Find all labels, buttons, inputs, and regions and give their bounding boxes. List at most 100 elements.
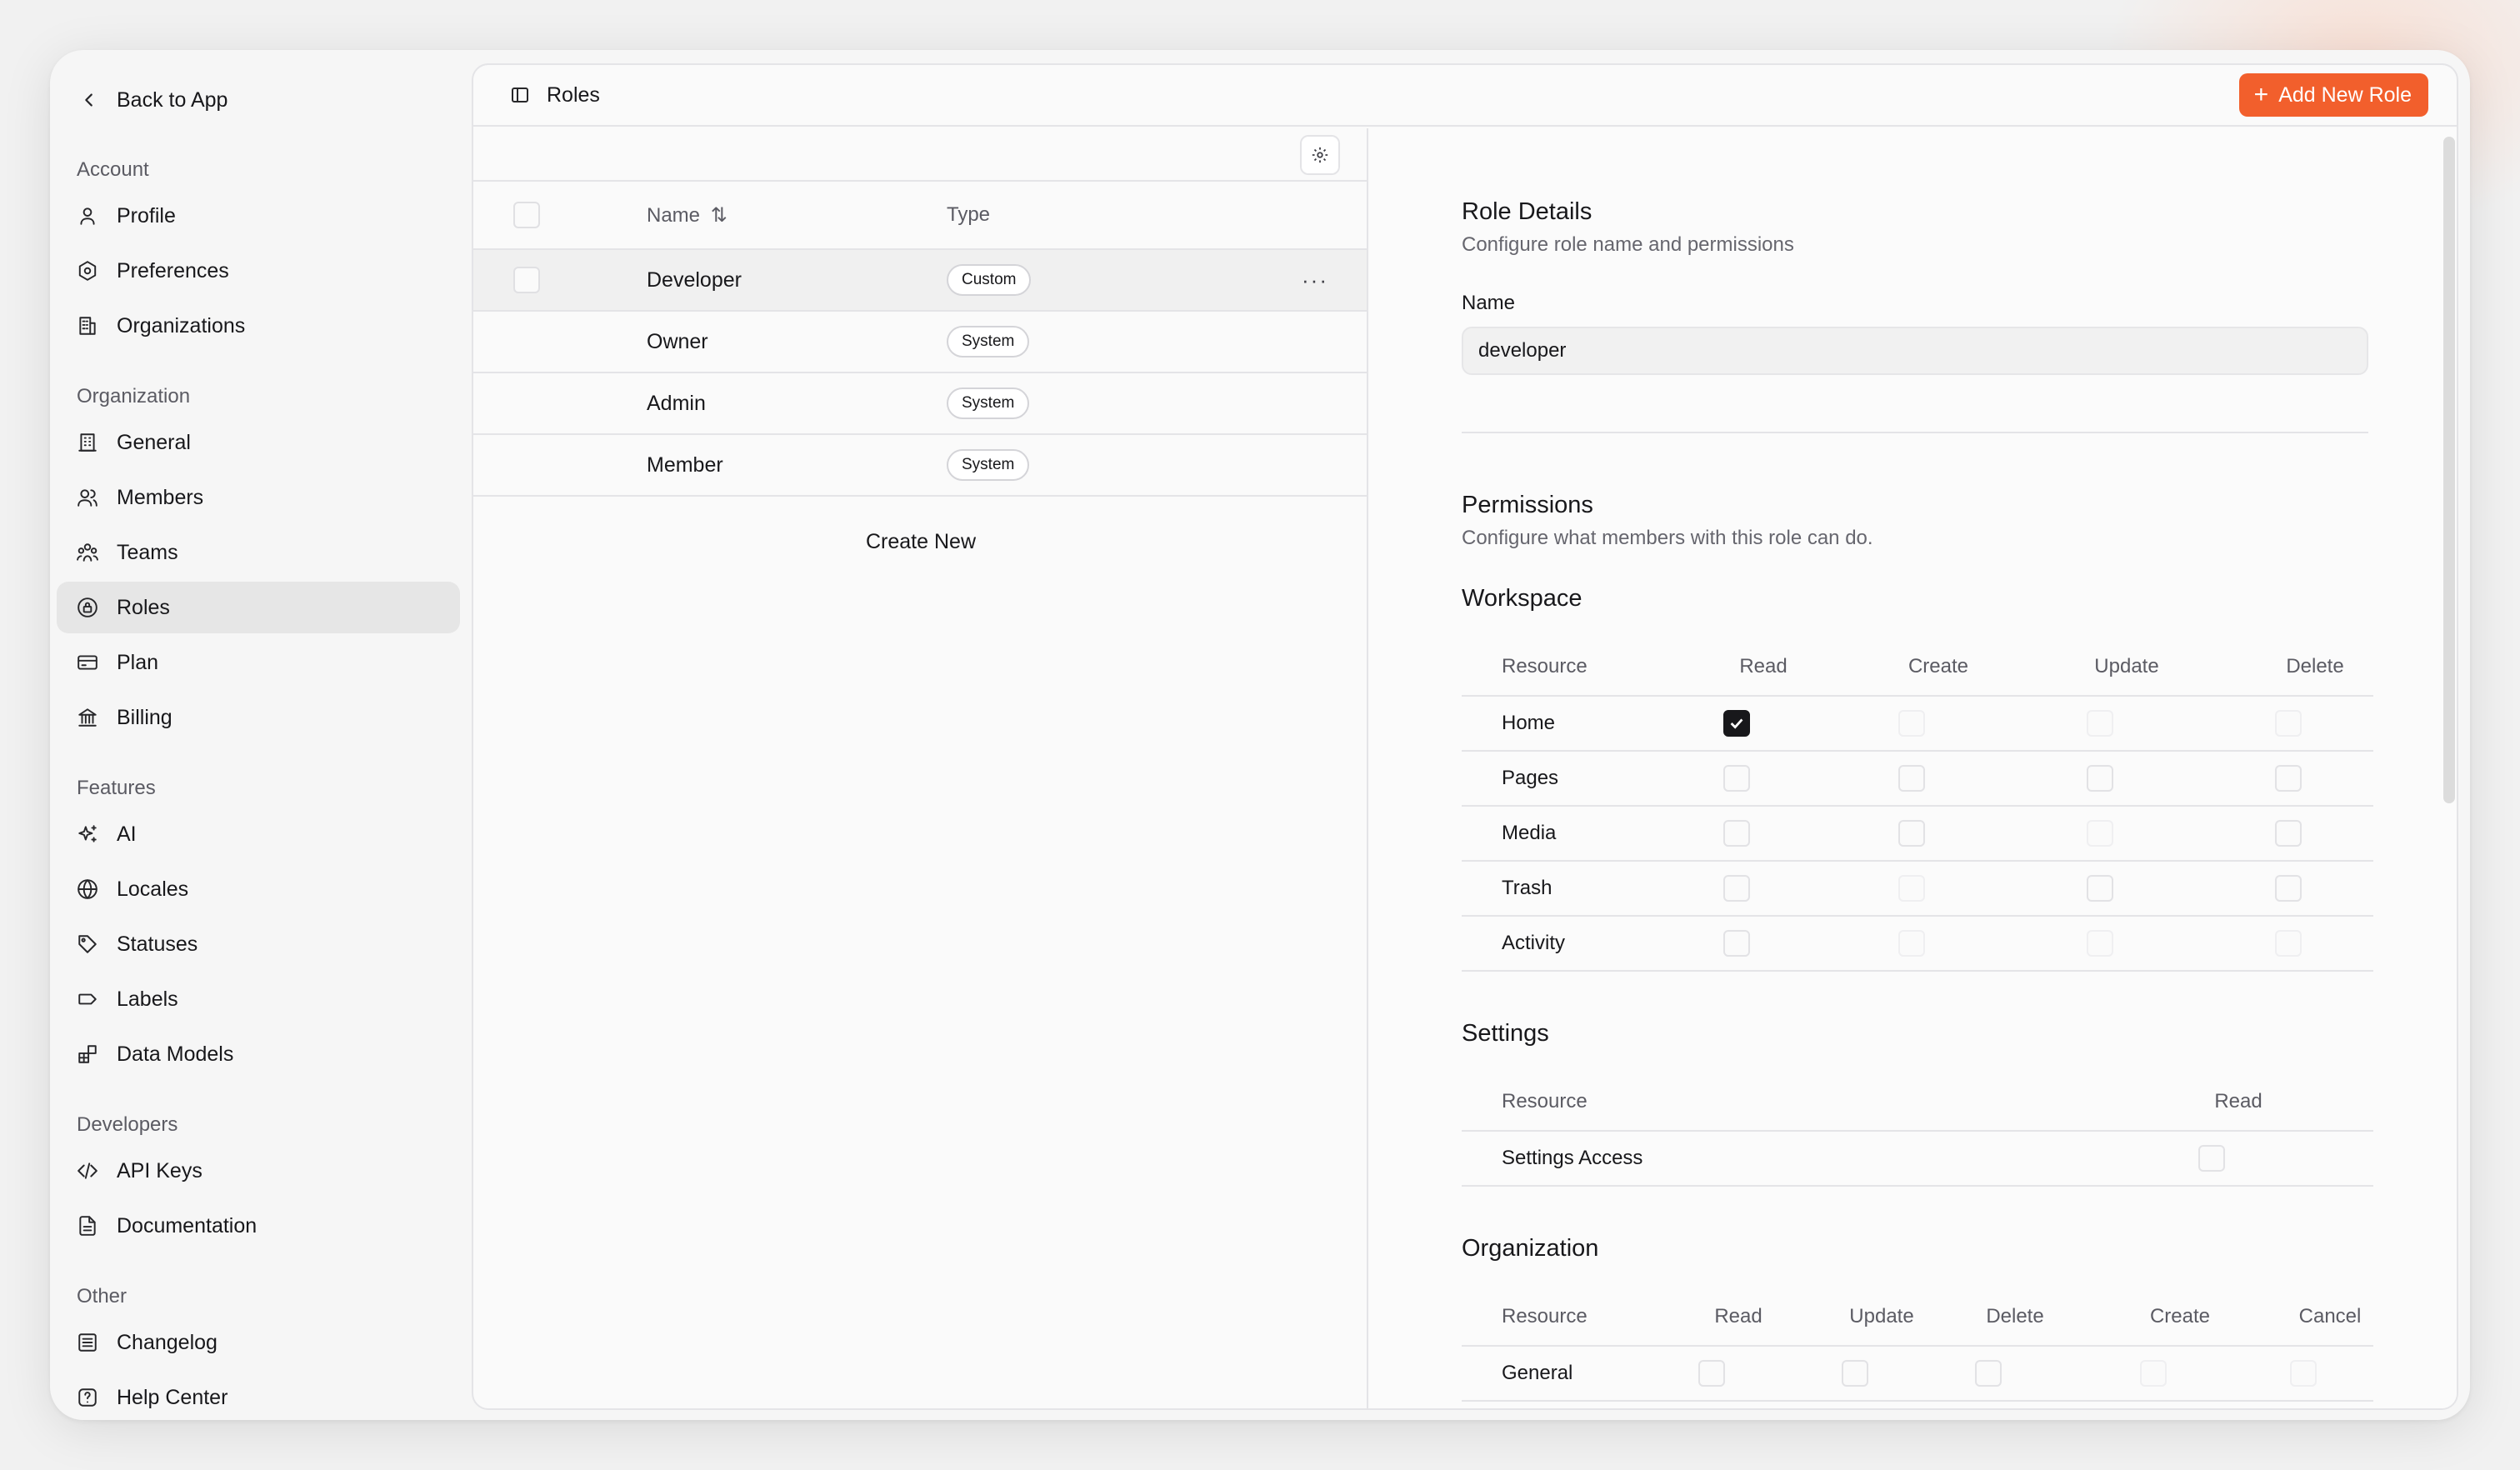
sidebar-item-label: Members bbox=[117, 485, 204, 509]
permission-checkbox[interactable] bbox=[2290, 1360, 2317, 1387]
resource-name: General bbox=[1502, 1362, 1573, 1384]
resource-column-header: Resource bbox=[1502, 1305, 1588, 1328]
sidebar-item-labels[interactable]: Labels bbox=[57, 973, 460, 1025]
role-name: Admin bbox=[647, 391, 706, 415]
check-icon bbox=[1730, 718, 1743, 729]
permission-checkbox[interactable] bbox=[1898, 710, 1925, 737]
sort-icon[interactable]: ⇅ bbox=[711, 204, 728, 227]
page-title: Roles bbox=[547, 82, 600, 107]
permission-checkbox[interactable] bbox=[2275, 820, 2302, 847]
permission-checkbox[interactable] bbox=[2087, 875, 2113, 902]
sidebar-item-statuses[interactable]: Statuses bbox=[57, 918, 460, 970]
permissions-title: Permissions bbox=[1462, 492, 1593, 518]
permission-checkbox[interactable] bbox=[1898, 765, 1925, 792]
sidebar-item-label: Teams bbox=[117, 540, 178, 564]
permission-checkbox[interactable] bbox=[1723, 765, 1750, 792]
table-row[interactable]: Admin System bbox=[473, 373, 1367, 435]
resource-column-header: Resource bbox=[1502, 1090, 1588, 1112]
permission-row: Pages bbox=[1462, 752, 2373, 807]
permission-row: Settings Access bbox=[1462, 1132, 2373, 1187]
sidebar-item-label: Preferences bbox=[117, 258, 229, 282]
file-icon bbox=[79, 1216, 96, 1236]
permission-checkbox[interactable] bbox=[1723, 710, 1750, 737]
create-new-button[interactable]: Create New bbox=[473, 530, 1368, 554]
scrollbar[interactable] bbox=[2443, 137, 2455, 803]
table-row[interactable]: Member System bbox=[473, 435, 1367, 497]
permission-checkbox[interactable] bbox=[2275, 930, 2302, 957]
sidebar-item-roles[interactable]: Roles bbox=[57, 582, 460, 633]
building-icon bbox=[79, 317, 96, 335]
more-options-icon[interactable]: ··· bbox=[1302, 268, 1328, 293]
section-label-developers: Developers bbox=[77, 1113, 178, 1136]
sidebar-item-label: Data Models bbox=[117, 1042, 234, 1066]
resource-name: Media bbox=[1502, 822, 1557, 844]
permission-checkbox[interactable] bbox=[1723, 875, 1750, 902]
sidebar-item-billing[interactable]: Billing bbox=[57, 692, 460, 743]
sidebar-item-label: Profile bbox=[117, 203, 176, 228]
bank-icon bbox=[78, 708, 97, 727]
role-type-cell: System bbox=[947, 449, 1030, 481]
permission-checkbox[interactable] bbox=[1898, 930, 1925, 957]
sidebar-item-help-center[interactable]: Help Center bbox=[57, 1372, 460, 1420]
sidebar-toggle-icon[interactable] bbox=[510, 85, 530, 105]
chevron-left-icon bbox=[85, 93, 92, 107]
sidebar-item-label: Plan bbox=[117, 650, 159, 674]
main-panel: Roles + Add New Role Name ⇅ Type Develop… bbox=[472, 63, 2458, 1410]
permission-column-header: Delete bbox=[2286, 655, 2344, 678]
role-name: Developer bbox=[647, 268, 742, 292]
permission-column-header: Create bbox=[2149, 1305, 2211, 1328]
back-to-app-link[interactable]: Back to App bbox=[57, 75, 460, 125]
table-row[interactable]: Owner System bbox=[473, 312, 1367, 373]
add-new-role-label: Add New Role bbox=[2278, 82, 2412, 107]
sidebar-item-profile[interactable]: Profile bbox=[57, 190, 460, 242]
section-label-features: Features bbox=[77, 777, 156, 799]
sidebar-item-members[interactable]: Members bbox=[57, 472, 460, 523]
sidebar-item-label: AI bbox=[117, 822, 137, 846]
permission-checkbox[interactable] bbox=[2275, 710, 2302, 737]
blocks-icon bbox=[78, 1045, 97, 1063]
permission-checkbox[interactable] bbox=[2198, 1145, 2225, 1172]
table-row[interactable]: Developer Custom ··· bbox=[473, 250, 1367, 312]
sidebar-item-teams[interactable]: Teams bbox=[57, 527, 460, 578]
permission-column-header: Read bbox=[1714, 1305, 1762, 1328]
permission-checkbox[interactable] bbox=[1723, 820, 1750, 847]
sidebar-item-api-keys[interactable]: API Keys bbox=[57, 1145, 460, 1197]
permission-checkbox[interactable] bbox=[2275, 875, 2302, 902]
sidebar-item-ai[interactable]: AI bbox=[57, 808, 460, 860]
role-type-cell: Custom bbox=[947, 264, 1032, 296]
sidebar-item-locales[interactable]: Locales bbox=[57, 863, 460, 915]
permission-checkbox[interactable] bbox=[1842, 1360, 1868, 1387]
permission-checkbox[interactable] bbox=[1898, 875, 1925, 902]
row-checkbox[interactable] bbox=[513, 267, 540, 293]
role-name-input[interactable]: developer bbox=[1462, 327, 2368, 375]
permission-checkbox[interactable] bbox=[1723, 930, 1750, 957]
sidebar-item-organizations[interactable]: Organizations bbox=[57, 300, 460, 352]
permission-checkbox[interactable] bbox=[1898, 820, 1925, 847]
role-type-cell: System bbox=[947, 326, 1030, 358]
permission-checkbox[interactable] bbox=[2087, 820, 2113, 847]
sidebar-item-documentation[interactable]: Documentation bbox=[57, 1200, 460, 1252]
top-bar: Roles + Add New Role bbox=[473, 65, 2457, 127]
sidebar-item-preferences[interactable]: Preferences bbox=[57, 245, 460, 297]
sidebar-item-data-models[interactable]: Data Models bbox=[57, 1028, 460, 1080]
building-2-icon bbox=[78, 433, 97, 452]
sidebar-item-changelog[interactable]: Changelog bbox=[57, 1317, 460, 1368]
resource-name: Settings Access bbox=[1502, 1147, 1643, 1169]
table-settings-button[interactable] bbox=[1300, 135, 1340, 175]
section-label-organization: Organization bbox=[77, 385, 191, 408]
name-column-header[interactable]: Name ⇅ bbox=[647, 203, 728, 228]
add-new-role-button[interactable]: + Add New Role bbox=[2238, 73, 2428, 117]
permission-row: Activity bbox=[1462, 917, 2373, 972]
permission-checkbox[interactable] bbox=[2140, 1360, 2167, 1387]
select-all-checkbox[interactable] bbox=[513, 202, 540, 228]
permission-checkbox[interactable] bbox=[1698, 1360, 1725, 1387]
permission-checkbox[interactable] bbox=[2087, 710, 2113, 737]
permission-checkbox[interactable] bbox=[2275, 765, 2302, 792]
permission-checkbox[interactable] bbox=[1975, 1360, 2002, 1387]
permission-checkbox[interactable] bbox=[2087, 930, 2113, 957]
permission-checkbox[interactable] bbox=[2087, 765, 2113, 792]
sidebar-item-plan[interactable]: Plan bbox=[57, 637, 460, 688]
role-name: Member bbox=[647, 452, 723, 477]
sidebar-item-general[interactable]: General bbox=[57, 417, 460, 468]
section-label-account: Account bbox=[77, 158, 149, 181]
